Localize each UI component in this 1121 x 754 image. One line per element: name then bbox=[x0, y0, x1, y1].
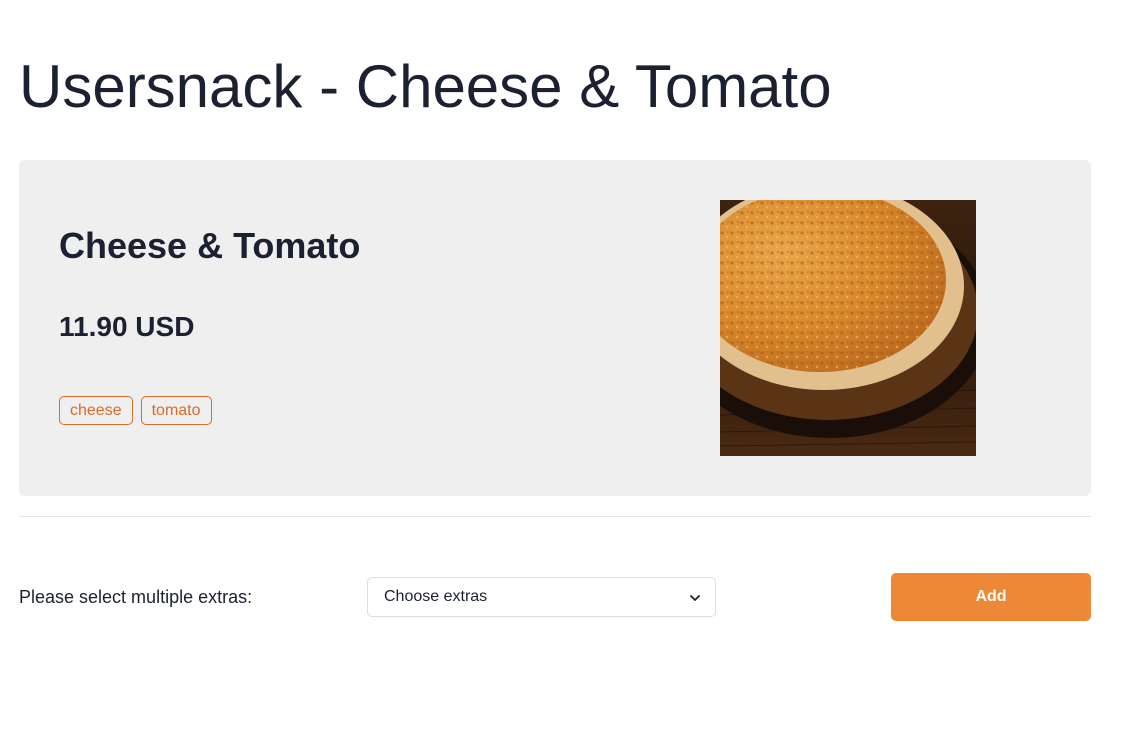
add-button[interactable]: Add bbox=[891, 573, 1091, 621]
product-price: 11.90 USD bbox=[59, 311, 195, 342]
product-card: Cheese & Tomato 11.90 USD cheese tomato bbox=[19, 160, 1091, 496]
extras-label: Please select multiple extras: bbox=[19, 587, 253, 607]
divider bbox=[19, 516, 1091, 517]
pizza-illustration bbox=[720, 200, 976, 456]
extras-select-value: Choose extras bbox=[384, 588, 488, 605]
product-name: Cheese & Tomato bbox=[59, 225, 361, 266]
ingredient-tags: cheese tomato bbox=[59, 396, 212, 425]
page-title: Usersnack - Cheese & Tomato bbox=[19, 53, 832, 120]
ingredient-tag-cheese: cheese bbox=[59, 396, 133, 425]
ingredient-tag-tomato: tomato bbox=[140, 396, 212, 425]
pizza-image bbox=[720, 200, 976, 456]
chevron-down-icon bbox=[690, 595, 700, 601]
page: Usersnack - Cheese & Tomato Cheese & Tom… bbox=[0, 0, 1121, 754]
extras-select[interactable]: Choose extras bbox=[367, 577, 716, 617]
